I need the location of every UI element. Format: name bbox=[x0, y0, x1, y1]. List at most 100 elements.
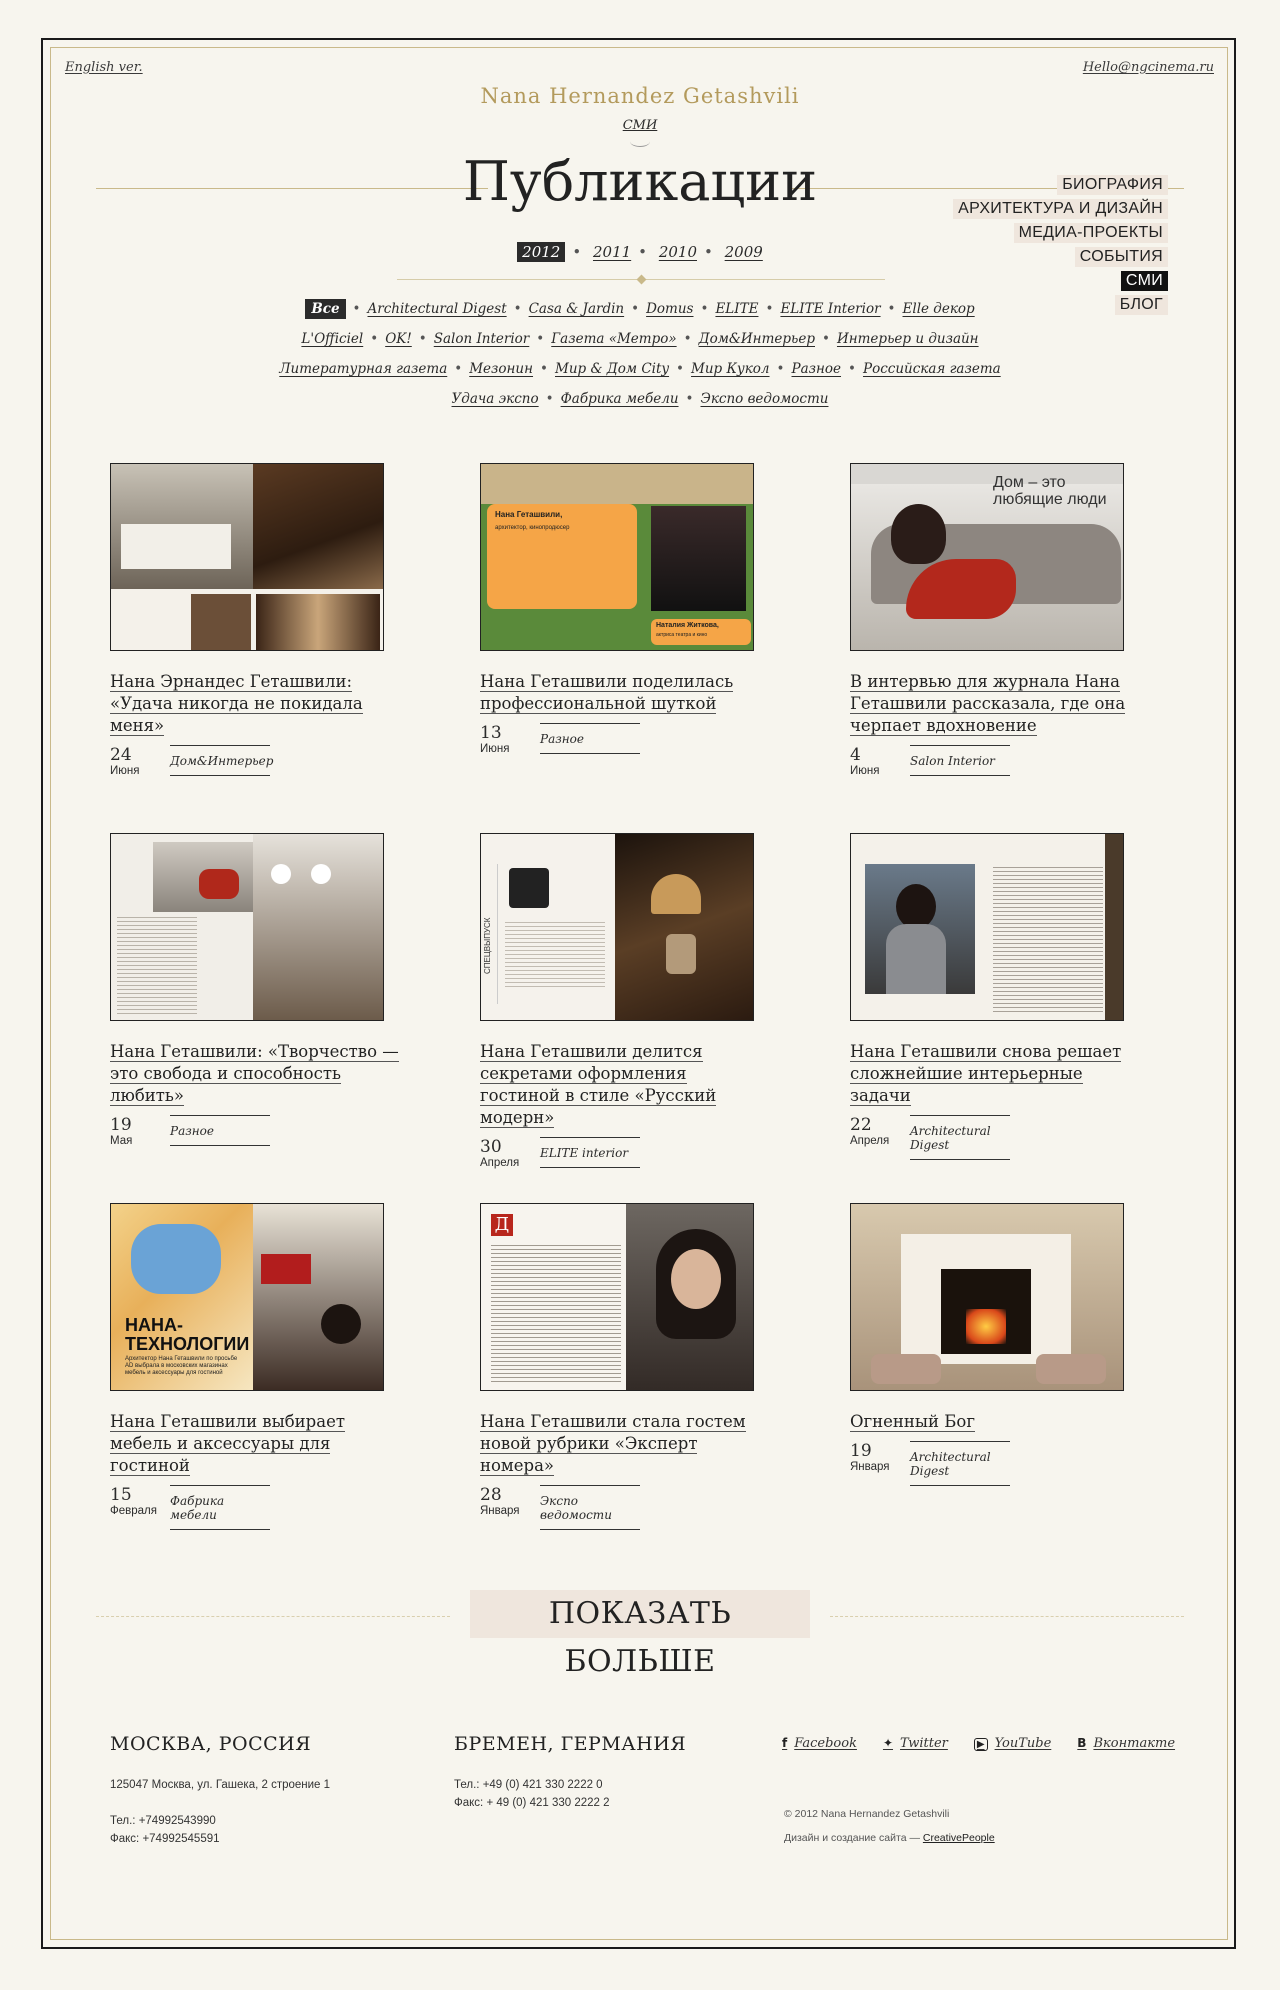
year-2010[interactable]: 2010 bbox=[659, 243, 697, 261]
tag-дом-интерьер[interactable]: Дом&Интерьер bbox=[699, 331, 815, 347]
year-2011[interactable]: 2011 bbox=[593, 243, 631, 261]
publication-date: 4 Июня bbox=[850, 745, 910, 778]
date-month: Января bbox=[480, 1505, 520, 1517]
publication-thumbnail[interactable] bbox=[850, 1203, 1124, 1391]
vkontakte-link[interactable]: B Вконтакте bbox=[1077, 1736, 1175, 1751]
publication-date: 30 Апреля bbox=[480, 1137, 540, 1170]
tag-интерьер-и-дизайн[interactable]: Интерьер и дизайн bbox=[837, 331, 979, 347]
publication-source-link[interactable]: Architectural Digest bbox=[910, 1115, 1010, 1160]
publication-thumbnail[interactable]: НАНА-ТЕХНОЛОГИИ Архитектор Нана Геташвил… bbox=[110, 1203, 384, 1391]
tag-литературная-газета[interactable]: Литературная газета bbox=[279, 361, 447, 377]
tag-мир-дом-city[interactable]: Мир & Дом City bbox=[555, 361, 669, 377]
tag-domus[interactable]: Domus bbox=[646, 301, 693, 317]
publication-source-link[interactable]: Дом&Интерьер bbox=[170, 745, 273, 776]
english-version-link[interactable]: English ver. bbox=[65, 60, 143, 75]
tag-elite-interior[interactable]: ELITE Interior bbox=[780, 301, 880, 317]
footer-fax-bremen: Факс: + 49 (0) 421 330 2222 2 bbox=[454, 1797, 610, 1809]
tag-salon-interior[interactable]: Salon Interior bbox=[434, 331, 530, 347]
publication-card: Нана Геташвили, архитектор, кинопродюсер… bbox=[480, 463, 770, 756]
publication-source-link[interactable]: Разное bbox=[170, 1115, 270, 1146]
publication-date: 22 Апреля bbox=[850, 1115, 910, 1148]
publication-date: 24 Июня bbox=[110, 745, 170, 778]
nav-item-architecture[interactable]: АРХИТЕКТУРА И ДИЗАЙН bbox=[908, 198, 1168, 219]
year-2009[interactable]: 2009 bbox=[725, 243, 763, 261]
nav-item-media-projects[interactable]: МЕДИА-ПРОЕКТЫ bbox=[908, 222, 1168, 243]
separator-dot: • bbox=[545, 391, 554, 407]
face-shape bbox=[671, 1249, 721, 1309]
date-day: 13 bbox=[480, 723, 502, 743]
separator-dot: • bbox=[631, 301, 640, 317]
publication-thumbnail[interactable]: Дом – это любящие люди bbox=[850, 463, 1124, 651]
email-link[interactable]: Hello@ngcinema.ru bbox=[1083, 60, 1214, 75]
publication-title[interactable]: Нана Геташвили выбирает мебель и аксессу… bbox=[110, 1411, 400, 1477]
tag-все[interactable]: Все bbox=[305, 299, 346, 319]
show-more-button[interactable]: ПОКАЗАТЬ БОЛЬШЕ bbox=[470, 1590, 810, 1679]
tag-l-officiel[interactable]: L'Officiel bbox=[301, 331, 363, 347]
creativepeople-link[interactable]: CreativePeople bbox=[923, 1832, 995, 1844]
tag-удача-экспо[interactable]: Удача экспо bbox=[452, 391, 539, 407]
tag-elle-декор[interactable]: Elle декор bbox=[903, 301, 975, 317]
publication-date: 13 Июня bbox=[480, 723, 540, 756]
publication-thumbnail[interactable]: Д bbox=[480, 1203, 754, 1391]
tag-разное[interactable]: Разное bbox=[792, 361, 842, 377]
publication-thumbnail[interactable] bbox=[110, 463, 384, 651]
credit-line: Дизайн и создание сайта — CreativePeople bbox=[784, 1832, 995, 1844]
publication-title[interactable]: В интервью для журнала Нана Геташвили ра… bbox=[850, 671, 1140, 737]
article-text-block bbox=[117, 914, 197, 1014]
date-month: Января bbox=[850, 1461, 890, 1473]
publication-source-link[interactable]: ELITE interior bbox=[540, 1137, 640, 1168]
lamp-shape bbox=[271, 864, 291, 884]
publication-thumbnail[interactable]: СПЕЦВЫПУСК bbox=[480, 833, 754, 1021]
tag-мезонин[interactable]: Мезонин bbox=[469, 361, 533, 377]
publication-source-link[interactable]: Разное bbox=[540, 723, 640, 754]
publication-source-link[interactable]: Architectural Digest bbox=[910, 1441, 1010, 1486]
separator-dot: • bbox=[418, 331, 427, 347]
nav-item-press[interactable]: СМИ bbox=[908, 270, 1168, 291]
youtube-icon: ▶ bbox=[973, 1738, 988, 1751]
photo-strip bbox=[481, 464, 753, 504]
year-2012[interactable]: 2012 bbox=[517, 242, 566, 262]
tag-экспо-ведомости[interactable]: Экспо ведомости bbox=[701, 391, 829, 407]
tag-row: Литературная газета • Мезонин • Мир & Дом Ci… bbox=[260, 354, 1020, 384]
publication-source-link[interactable]: Salon Interior bbox=[910, 745, 1010, 776]
interior-photo bbox=[1105, 834, 1123, 1020]
publication-title[interactable]: Нана Геташвили: «Творчество — это свобод… bbox=[110, 1041, 400, 1107]
publication-thumbnail[interactable]: Нана Геташвили, архитектор, кинопродюсер… bbox=[480, 463, 754, 651]
separator-dot: • bbox=[572, 243, 582, 261]
tag-мир-кукол[interactable]: Мир Кукол bbox=[691, 361, 770, 377]
nav-item-biography[interactable]: БИОГРАФИЯ bbox=[908, 174, 1168, 195]
publication-source-link[interactable]: Экспо ведомости bbox=[540, 1485, 640, 1530]
red-accent bbox=[261, 1254, 311, 1284]
map-river bbox=[131, 1224, 221, 1294]
publication-thumbnail[interactable] bbox=[110, 833, 384, 1021]
publication-title[interactable]: Нана Геташвили делится секретами оформле… bbox=[480, 1041, 770, 1129]
tag-газета-метро[interactable]: Газета «Метро» bbox=[551, 331, 676, 347]
footer-fax-moscow: Факс: +74992545591 bbox=[110, 1833, 220, 1845]
teapot-shape bbox=[666, 934, 696, 974]
tag-elite[interactable]: ELITE bbox=[715, 301, 758, 317]
bubble-name: Нана Геташвили, bbox=[495, 510, 563, 519]
tag-ok[interactable]: OK! bbox=[385, 331, 412, 347]
date-month: Апреля bbox=[480, 1157, 520, 1169]
twitter-link[interactable]: ✦ Twitter bbox=[883, 1736, 948, 1751]
tag-architectural-digest[interactable]: Architectural Digest bbox=[368, 301, 507, 317]
tag-casa-jardin[interactable]: Casa & Jardin bbox=[529, 301, 625, 317]
tag-фабрика-мебели[interactable]: Фабрика мебели bbox=[561, 391, 679, 407]
quote-bubble: Наталия Житкова, актриса театра и кино bbox=[651, 619, 751, 645]
youtube-link[interactable]: ▶ YouTube bbox=[973, 1736, 1051, 1751]
site-name[interactable]: Nana Hernandez Getashvili bbox=[0, 84, 1280, 108]
publication-title[interactable]: Нана Геташвили поделилась профессиональн… bbox=[480, 671, 770, 715]
spine: СПЕЦВЫПУСК bbox=[481, 864, 498, 1004]
publication-title[interactable]: Нана Геташвили стала гостем новой рубрик… bbox=[480, 1411, 770, 1477]
publication-title[interactable]: Нана Геташвили снова решает сложнейшие и… bbox=[850, 1041, 1140, 1107]
photo-inset bbox=[256, 594, 380, 650]
facebook-link[interactable]: f Facebook bbox=[782, 1736, 857, 1751]
section-label[interactable]: СМИ bbox=[0, 118, 1280, 133]
portrait-shape bbox=[321, 1304, 361, 1344]
publication-title[interactable]: Огненный Бог bbox=[850, 1411, 1140, 1433]
publication-filter: Все • Architectural Digest • Casa & Jardin • D… bbox=[260, 294, 1020, 414]
tag-российская-газета[interactable]: Российская газета bbox=[863, 361, 1001, 377]
publication-thumbnail[interactable] bbox=[850, 833, 1124, 1021]
publication-title[interactable]: Нана Эрнандес Геташвили: «Удача никогда … bbox=[110, 671, 400, 737]
publication-source-link[interactable]: Фабрика мебели bbox=[170, 1485, 270, 1530]
